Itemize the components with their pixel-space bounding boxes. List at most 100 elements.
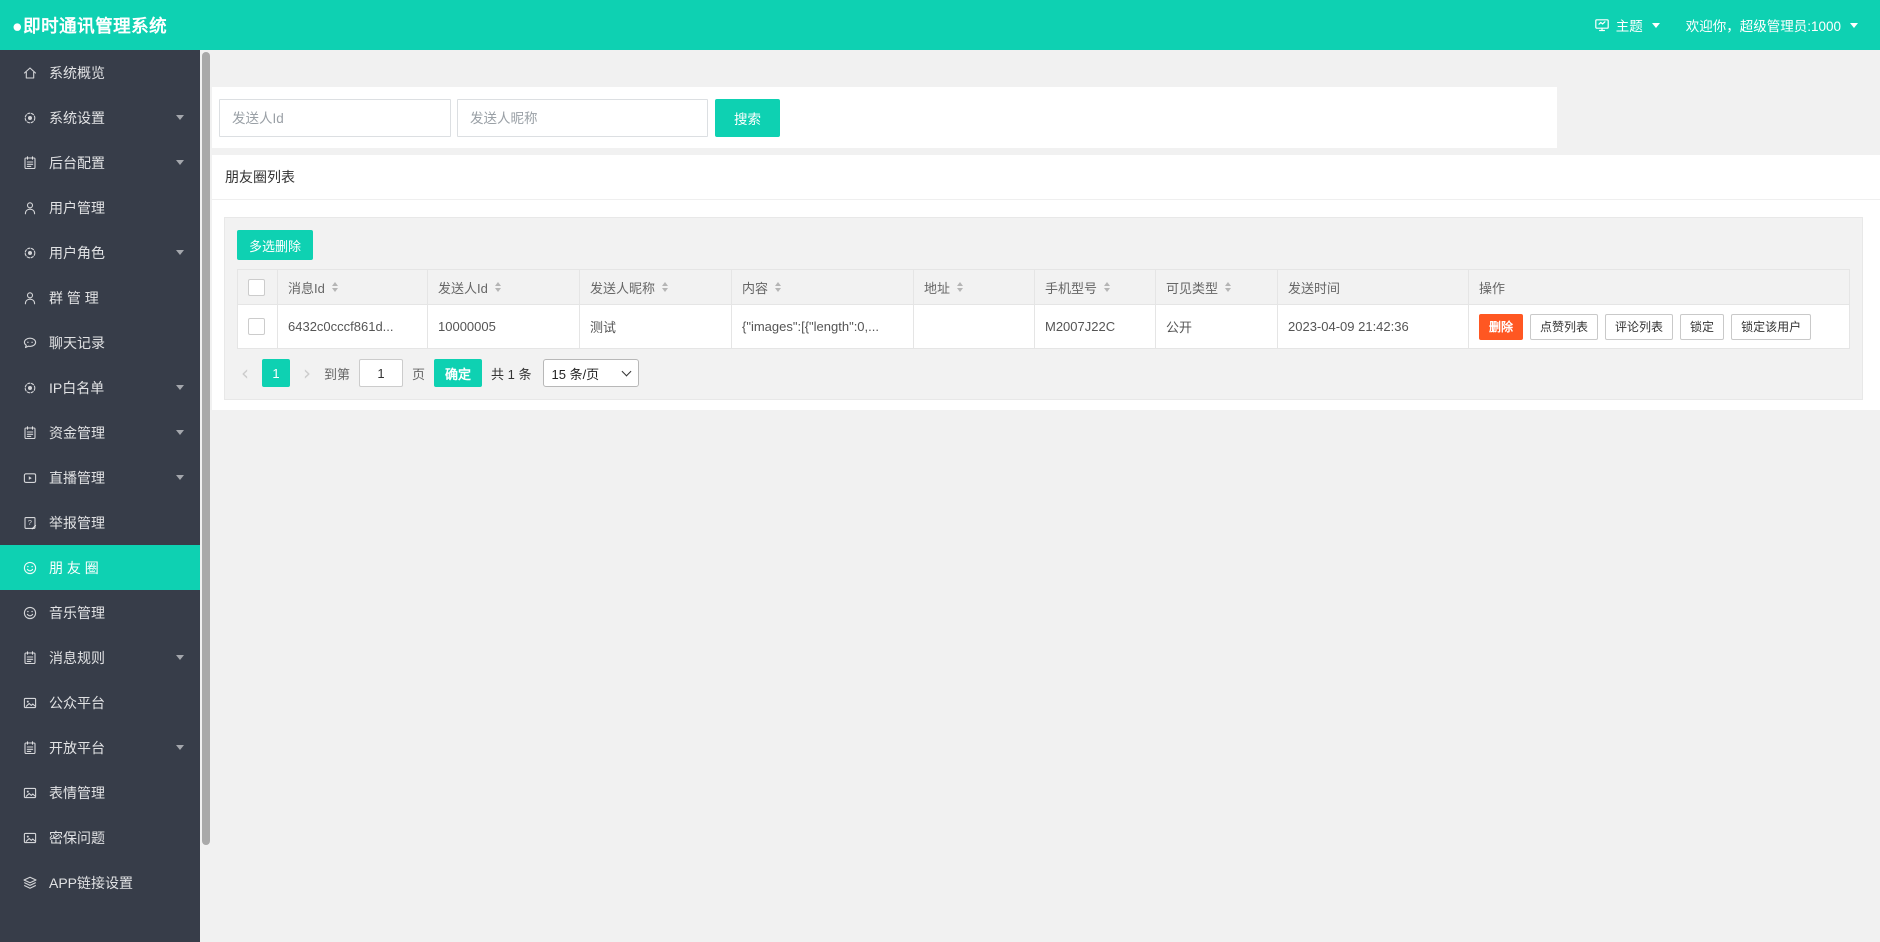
sidebar-item-label: 群 管 理 bbox=[49, 289, 99, 306]
action-lock-button[interactable]: 锁定 bbox=[1680, 313, 1725, 340]
goto-suffix-label: 页 bbox=[412, 366, 426, 382]
sidebar-item-music-management[interactable]: 音乐管理 bbox=[0, 590, 200, 635]
sidebar-item-label: 资金管理 bbox=[49, 424, 105, 441]
sidebar-item-label: 密保问题 bbox=[49, 829, 105, 846]
goto-confirm-button[interactable]: 确定 bbox=[434, 359, 483, 387]
cell-sender_id: 10000005 bbox=[427, 304, 580, 349]
notepad-icon bbox=[22, 425, 38, 441]
sidebar-item-label: 举报管理 bbox=[49, 514, 105, 531]
cell-visibility: 公开 bbox=[1155, 304, 1278, 349]
theme-icon bbox=[1594, 17, 1610, 33]
cell-content: {"images":[{"length":0,... bbox=[731, 304, 914, 349]
goto-page-input[interactable] bbox=[359, 359, 404, 387]
sort-icon[interactable] bbox=[1225, 282, 1232, 292]
app-title: ●即时通讯管理系统 bbox=[12, 15, 168, 36]
action-like-list-button[interactable]: 点赞列表 bbox=[1530, 313, 1599, 340]
current-page-button[interactable]: 1 bbox=[262, 359, 290, 387]
sidebar-item-user-roles[interactable]: 用户角色 bbox=[0, 230, 200, 275]
sort-icon[interactable] bbox=[662, 282, 669, 292]
cell-address bbox=[913, 304, 1035, 349]
sidebar-item-app-link-settings[interactable]: APP链接设置 bbox=[0, 860, 200, 905]
sidebar-scrollbar-thumb[interactable] bbox=[202, 52, 210, 845]
page-size-select[interactable]: 15 条/页 bbox=[542, 359, 639, 387]
sidebar-item-system-settings[interactable]: 系统设置 bbox=[0, 95, 200, 140]
sort-icon[interactable] bbox=[494, 282, 501, 292]
sidebar-item-label: 聊天记录 bbox=[49, 334, 105, 351]
topbar: ●即时通讯管理系统 主题 欢迎你，超级管理员:1000 bbox=[0, 0, 1880, 50]
sidebar-item-label: 系统概览 bbox=[49, 64, 105, 81]
image-icon bbox=[22, 830, 38, 846]
select-all-checkbox[interactable] bbox=[248, 278, 265, 296]
sidebar-item-label: 消息规则 bbox=[49, 649, 105, 666]
smiley-icon bbox=[22, 560, 38, 576]
sender-id-input[interactable] bbox=[219, 99, 451, 137]
next-page-icon[interactable]: › bbox=[299, 359, 315, 387]
sort-icon[interactable] bbox=[331, 282, 338, 292]
page-size-value: 15 条/页 bbox=[551, 366, 600, 382]
sort-icon[interactable] bbox=[957, 282, 964, 292]
bulk-delete-button[interactable]: 多选删除 bbox=[237, 230, 314, 260]
cell-phone_model: M2007J22C bbox=[1034, 304, 1156, 349]
moments-table: 消息Id 发送人Id 发送人昵称 内容 地址 手机型号 可见类型 发送时间 操作 6432c0c… bbox=[237, 269, 1850, 349]
gear-icon bbox=[22, 380, 38, 396]
action-comment-list-button[interactable]: 评论列表 bbox=[1605, 313, 1674, 340]
chevron-down-icon bbox=[1651, 22, 1660, 28]
chevron-down-icon bbox=[176, 115, 184, 120]
sidebar-item-report-management[interactable]: ? 举报管理 bbox=[0, 500, 200, 545]
sidebar-item-security-questions[interactable]: 密保问题 bbox=[0, 815, 200, 860]
main-content: 搜索 朋友圈列表 多选删除 消息Id 发送人Id 发送人昵称 内容 地址 手机型号 可见类型… bbox=[212, 50, 1880, 942]
chevron-down-icon bbox=[176, 655, 184, 660]
notepad-icon bbox=[22, 155, 38, 171]
image-icon bbox=[22, 785, 38, 801]
action-lock-user-button[interactable]: 锁定该用户 bbox=[1731, 313, 1812, 340]
sender-nickname-input[interactable] bbox=[457, 99, 708, 137]
sidebar-item-system-overview[interactable]: 系统概览 bbox=[0, 50, 200, 95]
sidebar-item-ip-whitelist[interactable]: IP白名单 bbox=[0, 365, 200, 410]
sidebar-item-label: 开放平台 bbox=[49, 739, 105, 756]
sidebar-item-message-rules[interactable]: 消息规则 bbox=[0, 635, 200, 680]
column-header-content: 内容 bbox=[742, 280, 769, 296]
sidebar-item-label: 公众平台 bbox=[49, 694, 105, 711]
sidebar-item-live-management[interactable]: 直播管理 bbox=[0, 455, 200, 500]
column-header-address: 地址 bbox=[924, 280, 951, 296]
sidebar-item-moments[interactable]: 朋 友 圈 bbox=[0, 545, 200, 590]
action-delete-button[interactable]: 删除 bbox=[1479, 313, 1524, 340]
sidebar-item-public-platform[interactable]: 公众平台 bbox=[0, 680, 200, 725]
sidebar-item-emoji-management[interactable]: 表情管理 bbox=[0, 770, 200, 815]
welcome-text: 欢迎你，超级管理员:1000 bbox=[1685, 19, 1841, 34]
column-header-message_id: 消息Id bbox=[288, 280, 325, 296]
sidebar-item-group-management[interactable]: 群 管 理 bbox=[0, 275, 200, 320]
sidebar-item-open-platform[interactable]: 开放平台 bbox=[0, 725, 200, 770]
theme-menu[interactable]: 主题 bbox=[1594, 15, 1660, 35]
prev-page-icon[interactable]: ‹ bbox=[237, 359, 253, 387]
column-header-sender_id: 发送人Id bbox=[438, 280, 488, 296]
sidebar-item-chat-records[interactable]: 聊天记录 bbox=[0, 320, 200, 365]
chevron-down-icon bbox=[176, 385, 184, 390]
image-icon bbox=[22, 695, 38, 711]
sort-icon[interactable] bbox=[1104, 282, 1111, 292]
moments-list-section: 朋友圈列表 多选删除 消息Id 发送人Id 发送人昵称 内容 地址 手机型号 可见类型 发送时… bbox=[212, 155, 1880, 410]
user-menu[interactable]: 欢迎你，超级管理员:1000 bbox=[1686, 15, 1858, 35]
sidebar-item-label: 表情管理 bbox=[49, 784, 105, 801]
chevron-down-icon bbox=[176, 250, 184, 255]
layers-icon bbox=[22, 875, 38, 891]
chevron-down-icon bbox=[1850, 22, 1858, 28]
column-header-visibility: 可见类型 bbox=[1166, 280, 1219, 296]
search-button[interactable]: 搜索 bbox=[715, 99, 780, 137]
notepad-icon bbox=[22, 740, 38, 756]
sidebar-item-user-management[interactable]: 用户管理 bbox=[0, 185, 200, 230]
sidebar-item-backend-config[interactable]: 后台配置 bbox=[0, 140, 200, 185]
sidebar-item-label: 用户管理 bbox=[49, 199, 105, 216]
sort-icon[interactable] bbox=[775, 282, 782, 292]
cell-sender_nickname: 测试 bbox=[579, 304, 732, 349]
goto-prefix-label: 到第 bbox=[324, 366, 351, 382]
chevron-down-icon bbox=[176, 475, 184, 480]
sidebar-item-label: 直播管理 bbox=[49, 469, 105, 486]
sidebar: 系统概览系统设置 后台配置用户管理用户角色群 管 理聊天记录 IP白名单资金管理直播… bbox=[0, 50, 200, 942]
gear-icon bbox=[22, 245, 38, 261]
sidebar-item-label: 用户角色 bbox=[49, 244, 105, 261]
sidebar-item-funds-management[interactable]: 资金管理 bbox=[0, 410, 200, 455]
sidebar-item-label: APP链接设置 bbox=[49, 874, 134, 891]
sidebar-item-label: 音乐管理 bbox=[49, 604, 105, 621]
row-checkbox[interactable] bbox=[248, 318, 265, 336]
